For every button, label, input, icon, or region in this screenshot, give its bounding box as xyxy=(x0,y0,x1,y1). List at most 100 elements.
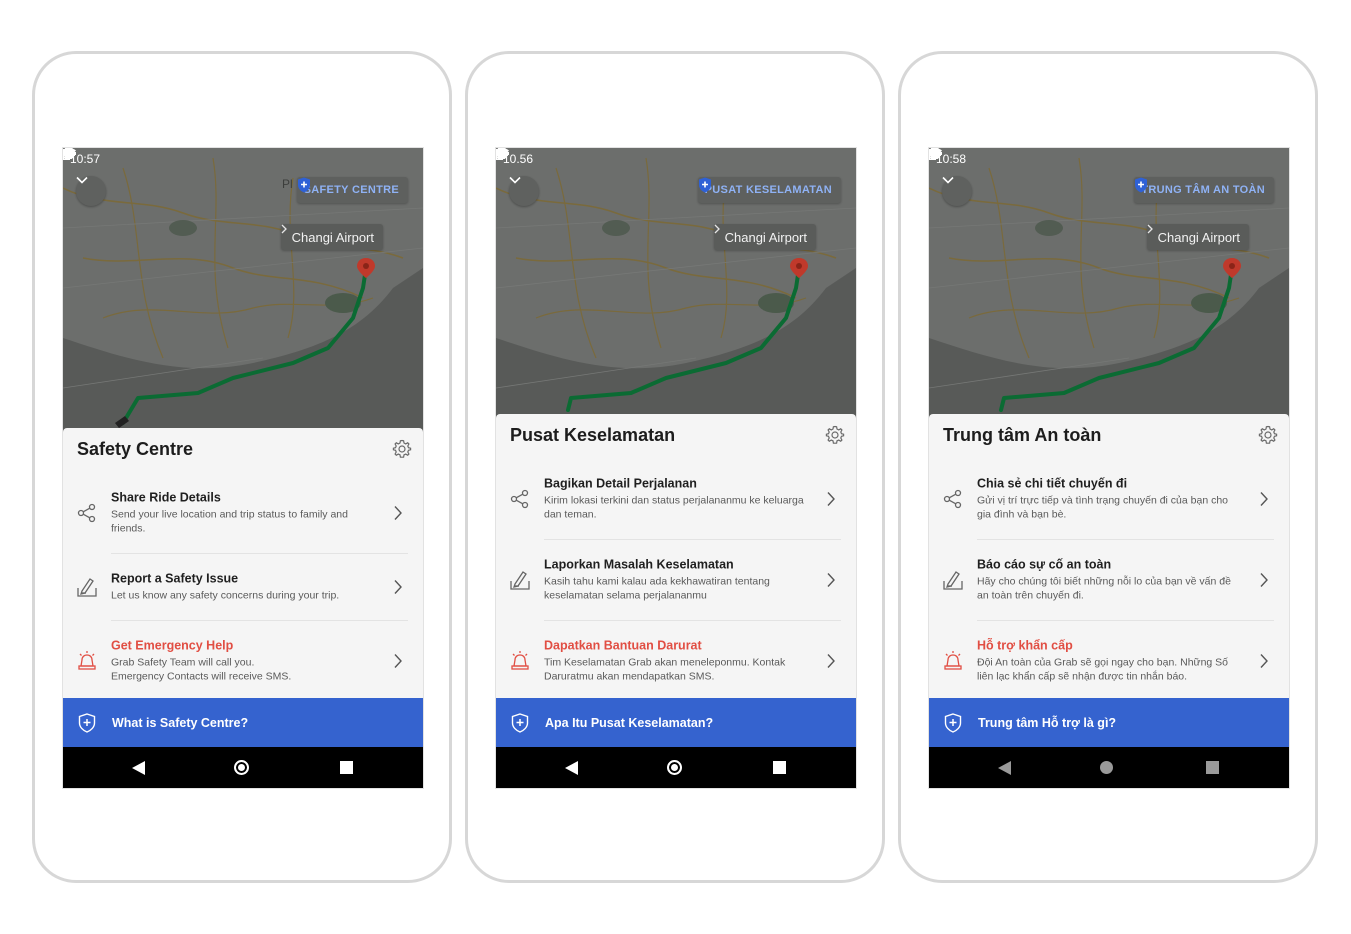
share-ride-details-item[interactable]: Chia sẻ chi tiết chuyến đi Gửi vị trí tr… xyxy=(929,458,1289,539)
home-icon[interactable] xyxy=(1100,761,1113,774)
collapse-button[interactable] xyxy=(76,176,106,206)
emergency-siren-icon xyxy=(78,650,96,670)
chevron-right-icon xyxy=(394,653,402,668)
emergency-help-item[interactable]: Dapatkan Bantuan Darurat Tim Keselamatan… xyxy=(496,620,856,701)
status-bar: 10.56 xyxy=(496,148,856,170)
info-bar-label: Trung tâm Hỗ trợ là gì? xyxy=(978,715,1117,730)
item-text: Get Emergency Help Grab Safety Team will… xyxy=(111,638,373,683)
chevron-right-icon xyxy=(1260,572,1268,587)
gear-icon[interactable] xyxy=(1258,425,1278,445)
safety-chip-label: PUSAT KESELAMATAN xyxy=(704,184,832,196)
recents-icon[interactable] xyxy=(340,761,353,774)
item-description: Gửi vị trí trực tiếp và tình trạng chuyế… xyxy=(977,494,1229,520)
item-text: Share Ride Details Send your live locati… xyxy=(111,490,373,535)
gear-icon[interactable] xyxy=(392,439,412,459)
share-ride-details-item[interactable]: Share Ride Details Send your live locati… xyxy=(63,472,423,553)
destination-chip[interactable]: Changi Airport xyxy=(1146,224,1249,250)
item-description: Hãy cho chúng tôi biết những nỗi lo của … xyxy=(977,575,1231,601)
report-safety-issue-item[interactable]: Laporkan Masalah Keselamatan Kasih tahu … xyxy=(496,539,856,620)
item-description: Grab Safety Team will call you. Emergenc… xyxy=(111,656,292,682)
what-is-safety-centre-bar[interactable]: Trung tâm Hỗ trợ là gì? xyxy=(929,698,1289,747)
what-is-safety-centre-bar[interactable]: Apa Itu Pusat Keselamatan? xyxy=(496,698,856,747)
report-safety-issue-item[interactable]: Report a Safety Issue Let us know any sa… xyxy=(63,553,423,620)
safety-centre-chip[interactable]: SAFETY CENTRE xyxy=(296,177,408,203)
item-text: Dapatkan Bantuan Darurat Tim Keselamatan… xyxy=(544,638,806,683)
map-view[interactable]: 10:57 Pl SAFETY CENTRE Changi Airport xyxy=(63,148,423,438)
android-nav-bar xyxy=(63,747,423,788)
sheet-header: Safety Centre xyxy=(63,428,423,472)
item-title: Get Emergency Help xyxy=(111,638,234,652)
chevron-down-icon xyxy=(942,176,954,184)
report-icon xyxy=(943,570,963,590)
share-icon xyxy=(943,489,962,508)
item-description: Let us know any safety concerns during y… xyxy=(111,589,340,601)
phone-frame-malay: 10.56 PUSAT KESELAMATAN Changi Airport P… xyxy=(465,51,885,883)
report-icon xyxy=(77,577,97,597)
sheet-title: Trung tâm An toàn xyxy=(943,425,1102,445)
recents-icon[interactable] xyxy=(773,761,786,774)
report-safety-issue-item[interactable]: Báo cáo sự cố an toàn Hãy cho chúng tôi … xyxy=(929,539,1289,620)
info-bar-label: Apa Itu Pusat Keselamatan? xyxy=(545,715,714,730)
item-title: Hỗ trợ khẩn cấp xyxy=(977,638,1073,652)
what-is-safety-centre-bar[interactable]: What is Safety Centre? xyxy=(63,698,423,747)
map-view[interactable]: 10:58 TRUNG TÂM AN TOÀN Changi Airport xyxy=(929,148,1289,438)
shield-plus-icon xyxy=(944,713,962,733)
shield-plus-icon xyxy=(511,713,529,733)
emergency-siren-icon xyxy=(944,650,962,670)
emergency-help-item[interactable]: Hỗ trợ khẩn cấp Đội An toàn của Grab sẽ … xyxy=(929,620,1289,701)
chevron-right-icon xyxy=(827,653,835,668)
safety-centre-chip[interactable]: TRUNG TÂM AN TOÀN xyxy=(1134,177,1274,203)
status-bar: 10:58 xyxy=(929,148,1289,170)
safety-chip-label: TRUNG TÂM AN TOÀN xyxy=(1141,184,1265,196)
chevron-right-icon xyxy=(827,572,835,587)
shield-plus-icon xyxy=(297,177,310,193)
home-icon[interactable] xyxy=(234,760,249,775)
item-title: Chia sẻ chi tiết chuyến đi xyxy=(977,476,1128,490)
item-description: Tim Keselamatan Grab akan meneleponmu. K… xyxy=(544,656,786,682)
item-text: Hỗ trợ khẩn cấp Đội An toàn của Grab sẽ … xyxy=(977,638,1239,683)
sheet-header: Trung tâm An toàn xyxy=(929,414,1289,458)
phone-frame-english: 10:57 Pl SAFETY CENTRE Changi Airport Sa… xyxy=(32,51,452,883)
item-description: Đội An toàn của Grab sẽ gọi ngay cho bạn… xyxy=(977,656,1229,682)
destination-chip[interactable]: Changi Airport xyxy=(280,224,383,250)
chevron-right-icon xyxy=(1260,653,1268,668)
item-title: Bagikan Detail Perjalanan xyxy=(544,476,697,490)
back-icon[interactable] xyxy=(132,761,145,775)
item-title: Report a Safety Issue xyxy=(111,571,239,585)
shield-plus-icon xyxy=(1135,177,1148,193)
home-icon[interactable] xyxy=(667,760,682,775)
item-title: Laporkan Masalah Keselamatan xyxy=(544,557,734,571)
collapse-button[interactable] xyxy=(509,176,539,206)
info-bar-label: What is Safety Centre? xyxy=(112,715,249,730)
destination-label: Changi Airport xyxy=(1157,229,1240,245)
item-description: Send your live location and trip status … xyxy=(111,508,348,534)
map-view[interactable]: 10.56 PUSAT KESELAMATAN Changi Airport xyxy=(496,148,856,438)
item-description: Kirim lokasi terkini dan status perjalan… xyxy=(544,494,804,520)
android-nav-bar xyxy=(929,747,1289,788)
item-text: Bagikan Detail Perjalanan Kirim lokasi t… xyxy=(544,476,806,521)
status-bar: 10:57 xyxy=(63,148,423,170)
collapse-button[interactable] xyxy=(942,176,972,206)
back-icon[interactable] xyxy=(998,761,1011,775)
emergency-help-item[interactable]: Get Emergency Help Grab Safety Team will… xyxy=(63,620,423,701)
destination-label: Changi Airport xyxy=(724,229,807,245)
item-title: Dapatkan Bantuan Darurat xyxy=(544,638,702,652)
chevron-right-icon xyxy=(281,224,287,234)
safety-chip-label: SAFETY CENTRE xyxy=(303,184,399,196)
map-place-label: Pl xyxy=(282,177,293,191)
chevron-right-icon xyxy=(394,579,402,594)
safety-centre-chip[interactable]: PUSAT KESELAMATAN xyxy=(697,177,841,203)
chevron-right-icon xyxy=(827,491,835,506)
recents-icon[interactable] xyxy=(1206,761,1219,774)
gear-icon[interactable] xyxy=(825,425,845,445)
item-description: Kasih tahu kami kalau ada kekhawatiran t… xyxy=(544,575,770,601)
share-icon xyxy=(510,489,529,508)
destination-chip[interactable]: Changi Airport xyxy=(713,224,816,250)
back-icon[interactable] xyxy=(565,761,578,775)
item-text: Laporkan Masalah Keselamatan Kasih tahu … xyxy=(544,557,806,602)
share-ride-details-item[interactable]: Bagikan Detail Perjalanan Kirim lokasi t… xyxy=(496,458,856,539)
sheet-title: Safety Centre xyxy=(77,439,194,459)
chevron-right-icon xyxy=(1147,224,1153,234)
destination-label: Changi Airport xyxy=(291,229,374,245)
phone-screen: 10.56 PUSAT KESELAMATAN Changi Airport P… xyxy=(496,148,856,788)
